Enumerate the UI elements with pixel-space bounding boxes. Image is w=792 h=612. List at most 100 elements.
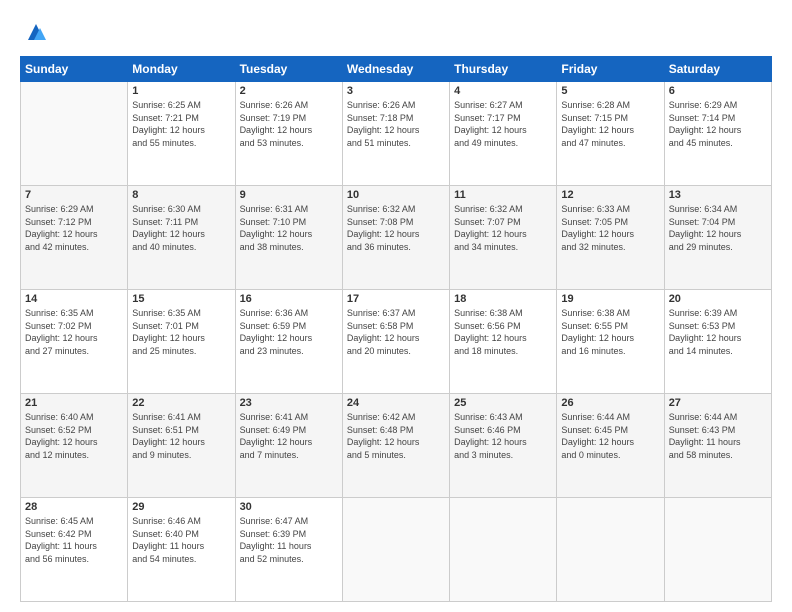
calendar-cell: 4Sunrise: 6:27 AM Sunset: 7:17 PM Daylig…: [450, 82, 557, 186]
day-number: 23: [240, 397, 338, 409]
calendar-cell: 16 Sunrise: 6:36 AM Sunset: 6:59 PM Dayli…: [235, 290, 342, 394]
calendar-cell: 28 Sunrise: 6:45 AM Sunset: 6:42 PM Dayli…: [21, 498, 128, 602]
calendar-cell: 30 Sunrise: 6:47 AM Sunset: 6:39 PM Dayli…: [235, 498, 342, 602]
calendar-cell: 23 Sunrise: 6:41 AM Sunset: 6:49 PM Dayli…: [235, 394, 342, 498]
day-info: Sunrise: 6:25 AM Sunset: 7:21 PM Dayligh…: [132, 99, 230, 149]
calendar-cell: 29 Sunrise: 6:46 AM Sunset: 6:40 PM Dayli…: [128, 498, 235, 602]
day-header-tuesday: Tuesday: [235, 57, 342, 82]
calendar-cell: 20 Sunrise: 6:39 AM Sunset: 6:53 PM Dayli…: [664, 290, 771, 394]
day-number: 22: [132, 397, 230, 409]
day-info: Sunrise: 6:34 AM Sunset: 7:04 PM Dayligh…: [669, 203, 767, 253]
day-number: 8: [132, 189, 230, 201]
day-info: Sunrise: 6:36 AM Sunset: 6:59 PM Dayligh…: [240, 307, 338, 357]
day-info: Sunrise: 6:39 AM Sunset: 6:53 PM Dayligh…: [669, 307, 767, 357]
calendar-table: SundayMondayTuesdayWednesdayThursdayFrid…: [20, 56, 772, 602]
day-info: Sunrise: 6:30 AM Sunset: 7:11 PM Dayligh…: [132, 203, 230, 253]
day-header-friday: Friday: [557, 57, 664, 82]
calendar-cell: 18 Sunrise: 6:38 AM Sunset: 6:56 PM Dayli…: [450, 290, 557, 394]
day-number: 7: [25, 189, 123, 201]
logo-icon: [20, 16, 52, 48]
calendar-cell: 11Sunrise: 6:32 AM Sunset: 7:07 PM Dayli…: [450, 186, 557, 290]
calendar-cell: 22Sunrise: 6:41 AM Sunset: 6:51 PM Dayli…: [128, 394, 235, 498]
week-row-2: 7 Sunrise: 6:29 AM Sunset: 7:12 PM Daylig…: [21, 186, 772, 290]
day-number: 28: [25, 501, 123, 513]
calendar-cell: 26Sunrise: 6:44 AM Sunset: 6:45 PM Dayli…: [557, 394, 664, 498]
calendar-cell: 7 Sunrise: 6:29 AM Sunset: 7:12 PM Daylig…: [21, 186, 128, 290]
calendar-cell: 10 Sunrise: 6:32 AM Sunset: 7:08 PM Dayli…: [342, 186, 449, 290]
day-info: Sunrise: 6:32 AM Sunset: 7:07 PM Dayligh…: [454, 203, 552, 253]
day-number: 14: [25, 293, 123, 305]
day-info: Sunrise: 6:35 AM Sunset: 7:01 PM Dayligh…: [132, 307, 230, 357]
day-info: Sunrise: 6:38 AM Sunset: 6:56 PM Dayligh…: [454, 307, 552, 357]
calendar-cell: [342, 498, 449, 602]
calendar-cell: 25 Sunrise: 6:43 AM Sunset: 6:46 PM Dayli…: [450, 394, 557, 498]
week-row-1: 1 Sunrise: 6:25 AM Sunset: 7:21 PM Daylig…: [21, 82, 772, 186]
day-info: Sunrise: 6:43 AM Sunset: 6:46 PM Dayligh…: [454, 411, 552, 461]
calendar-cell: 3 Sunrise: 6:26 AM Sunset: 7:18 PM Daylig…: [342, 82, 449, 186]
calendar-cell: 24 Sunrise: 6:42 AM Sunset: 6:48 PM Dayli…: [342, 394, 449, 498]
day-number: 16: [240, 293, 338, 305]
day-info: Sunrise: 6:26 AM Sunset: 7:18 PM Dayligh…: [347, 99, 445, 149]
day-number: 27: [669, 397, 767, 409]
day-number: 21: [25, 397, 123, 409]
day-number: 19: [561, 293, 659, 305]
day-number: 13: [669, 189, 767, 201]
calendar-cell: 8 Sunrise: 6:30 AM Sunset: 7:11 PM Daylig…: [128, 186, 235, 290]
day-info: Sunrise: 6:29 AM Sunset: 7:12 PM Dayligh…: [25, 203, 123, 253]
day-number: 3: [347, 85, 445, 97]
day-number: 9: [240, 189, 338, 201]
day-info: Sunrise: 6:46 AM Sunset: 6:40 PM Dayligh…: [132, 515, 230, 565]
day-number: 2: [240, 85, 338, 97]
day-info: Sunrise: 6:44 AM Sunset: 6:43 PM Dayligh…: [669, 411, 767, 461]
week-row-3: 14 Sunrise: 6:35 AM Sunset: 7:02 PM Dayli…: [21, 290, 772, 394]
calendar-cell: 5 Sunrise: 6:28 AM Sunset: 7:15 PM Daylig…: [557, 82, 664, 186]
calendar-cell: 12 Sunrise: 6:33 AM Sunset: 7:05 PM Dayli…: [557, 186, 664, 290]
day-number: 24: [347, 397, 445, 409]
day-info: Sunrise: 6:35 AM Sunset: 7:02 PM Dayligh…: [25, 307, 123, 357]
day-info: Sunrise: 6:33 AM Sunset: 7:05 PM Dayligh…: [561, 203, 659, 253]
day-number: 17: [347, 293, 445, 305]
logo: [20, 16, 56, 48]
day-number: 20: [669, 293, 767, 305]
day-info: Sunrise: 6:32 AM Sunset: 7:08 PM Dayligh…: [347, 203, 445, 253]
day-number: 25: [454, 397, 552, 409]
day-header-monday: Monday: [128, 57, 235, 82]
calendar-cell: [450, 498, 557, 602]
calendar-cell: [557, 498, 664, 602]
header-row: SundayMondayTuesdayWednesdayThursdayFrid…: [21, 57, 772, 82]
calendar-cell: 17 Sunrise: 6:37 AM Sunset: 6:58 PM Dayli…: [342, 290, 449, 394]
calendar-cell: 9 Sunrise: 6:31 AM Sunset: 7:10 PM Daylig…: [235, 186, 342, 290]
calendar-cell: 6Sunrise: 6:29 AM Sunset: 7:14 PM Daylig…: [664, 82, 771, 186]
week-row-5: 28 Sunrise: 6:45 AM Sunset: 6:42 PM Dayli…: [21, 498, 772, 602]
calendar-cell: [664, 498, 771, 602]
day-info: Sunrise: 6:42 AM Sunset: 6:48 PM Dayligh…: [347, 411, 445, 461]
day-info: Sunrise: 6:26 AM Sunset: 7:19 PM Dayligh…: [240, 99, 338, 149]
day-number: 1: [132, 85, 230, 97]
day-number: 12: [561, 189, 659, 201]
day-info: Sunrise: 6:45 AM Sunset: 6:42 PM Dayligh…: [25, 515, 123, 565]
day-info: Sunrise: 6:40 AM Sunset: 6:52 PM Dayligh…: [25, 411, 123, 461]
calendar-cell: 15 Sunrise: 6:35 AM Sunset: 7:01 PM Dayli…: [128, 290, 235, 394]
calendar-cell: 19 Sunrise: 6:38 AM Sunset: 6:55 PM Dayli…: [557, 290, 664, 394]
day-number: 4: [454, 85, 552, 97]
day-header-sunday: Sunday: [21, 57, 128, 82]
day-info: Sunrise: 6:38 AM Sunset: 6:55 PM Dayligh…: [561, 307, 659, 357]
day-header-saturday: Saturday: [664, 57, 771, 82]
day-info: Sunrise: 6:37 AM Sunset: 6:58 PM Dayligh…: [347, 307, 445, 357]
calendar-cell: 21 Sunrise: 6:40 AM Sunset: 6:52 PM Dayli…: [21, 394, 128, 498]
day-number: 29: [132, 501, 230, 513]
calendar-cell: 2 Sunrise: 6:26 AM Sunset: 7:19 PM Daylig…: [235, 82, 342, 186]
day-number: 15: [132, 293, 230, 305]
day-header-thursday: Thursday: [450, 57, 557, 82]
day-info: Sunrise: 6:31 AM Sunset: 7:10 PM Dayligh…: [240, 203, 338, 253]
week-row-4: 21 Sunrise: 6:40 AM Sunset: 6:52 PM Dayli…: [21, 394, 772, 498]
day-info: Sunrise: 6:41 AM Sunset: 6:49 PM Dayligh…: [240, 411, 338, 461]
calendar-cell: 1 Sunrise: 6:25 AM Sunset: 7:21 PM Daylig…: [128, 82, 235, 186]
day-number: 10: [347, 189, 445, 201]
day-number: 5: [561, 85, 659, 97]
day-number: 30: [240, 501, 338, 513]
calendar-cell: 27 Sunrise: 6:44 AM Sunset: 6:43 PM Dayli…: [664, 394, 771, 498]
day-info: Sunrise: 6:28 AM Sunset: 7:15 PM Dayligh…: [561, 99, 659, 149]
day-number: 18: [454, 293, 552, 305]
day-info: Sunrise: 6:47 AM Sunset: 6:39 PM Dayligh…: [240, 515, 338, 565]
